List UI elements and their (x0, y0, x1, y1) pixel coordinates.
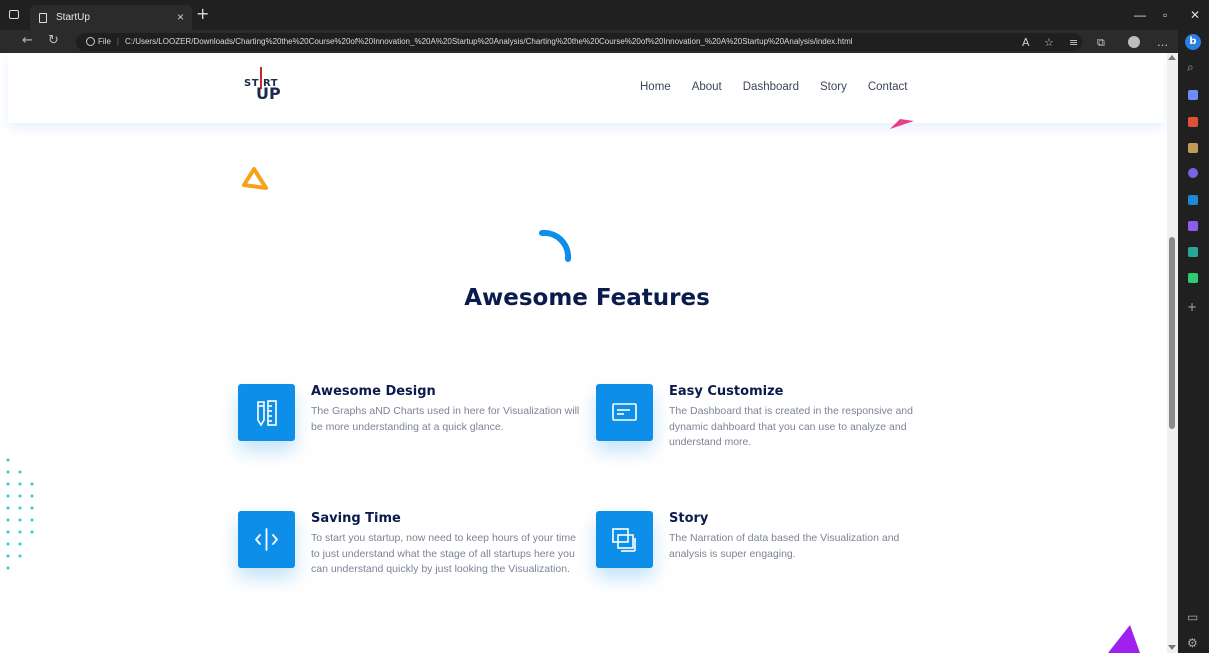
nav-contact[interactable]: Contact (868, 81, 908, 93)
feature-description: To start you startup, now need to keep h… (311, 532, 576, 575)
feature-title: Awesome Design (311, 384, 436, 399)
browser-tab[interactable]: StartUp × (30, 5, 192, 30)
office-icon[interactable] (1188, 168, 1198, 178)
scrollbar-thumb[interactable] (1169, 237, 1175, 429)
logo-text-bottom: UP (256, 84, 281, 103)
outlook-icon[interactable] (1188, 195, 1198, 205)
url-prefix: File (98, 37, 111, 46)
feature-card-story: Story The Narration of data based the Vi… (596, 511, 941, 591)
favorites-icon[interactable]: ≡ (1069, 36, 1078, 49)
designer-icon[interactable] (1188, 221, 1198, 231)
add-sidebar-app-icon[interactable]: + (1187, 300, 1197, 314)
tab-actions-icon[interactable] (9, 10, 19, 19)
page-icon (39, 13, 47, 23)
collections-icon[interactable]: ⧉ (1097, 36, 1105, 50)
address-bar: ← ↻ File | C:/Users/LOOZER/Downloads/Chart… (0, 30, 1178, 53)
refresh-icon[interactable]: ↻ (48, 33, 59, 48)
nav-dashboard[interactable]: Dashboard (743, 81, 799, 93)
drop-icon[interactable] (1188, 247, 1198, 257)
feature-description: The Graphs aND Charts used in here for V… (311, 405, 580, 433)
more-options-icon[interactable]: … (1157, 36, 1168, 49)
bing-chat-icon[interactable]: b (1185, 34, 1201, 50)
feature-description: The Dashboard that is created in the res… (669, 405, 913, 448)
feature-title: Easy Customize (669, 384, 784, 399)
window-card-icon (596, 384, 653, 441)
site-header (8, 53, 1164, 123)
page-viewport: ST RT UP Home About Dashboard Story Cont… (0, 53, 1167, 653)
profile-avatar[interactable] (1128, 36, 1140, 48)
feature-title: Saving Time (311, 511, 401, 526)
feature-card-saving-time: Saving Time To start you startup, now ne… (238, 511, 578, 601)
feature-card-easy-customize: Easy Customize The Dashboard that is cre… (596, 384, 941, 464)
tab-title: StartUp (56, 12, 90, 23)
url-field[interactable]: File | C:/Users/LOOZER/Downloads/Charting%… (76, 33, 1082, 51)
section-title: Awesome Features (464, 285, 710, 311)
new-tab-icon[interactable]: + (196, 4, 209, 23)
tree-icon[interactable] (1188, 273, 1198, 283)
minimize-icon[interactable]: — (1134, 8, 1146, 22)
stacked-windows-icon (596, 511, 653, 568)
shopping-icon[interactable] (1188, 90, 1198, 100)
code-split-icon (238, 511, 295, 568)
search-icon[interactable]: ⌕ (1187, 60, 1194, 75)
orange-triangle-decoration (242, 167, 268, 190)
dot-grid-decoration (6, 458, 34, 570)
nav-story[interactable]: Story (820, 81, 847, 93)
browser-titlebar: StartUp × + — ▫ ✕ (0, 0, 1209, 30)
scroll-down-icon[interactable] (1168, 645, 1176, 650)
feature-description: The Narration of data based the Visualiz… (669, 532, 900, 560)
read-aloud-icon[interactable]: A (1022, 36, 1030, 49)
blue-arc-decoration (539, 229, 572, 262)
main-nav: Home About Dashboard Story Contact (640, 81, 908, 93)
close-window-icon[interactable]: ✕ (1190, 8, 1200, 22)
split-screen-icon[interactable]: ▭ (1187, 610, 1198, 624)
purple-triangle-decoration (1108, 625, 1140, 653)
games-icon[interactable] (1188, 143, 1198, 153)
back-icon[interactable]: ← (22, 33, 33, 48)
info-icon (86, 37, 95, 47)
url-text: C:/Users/LOOZER/Downloads/Charting%20the… (124, 37, 853, 46)
close-tab-icon[interactable]: × (177, 5, 184, 30)
scroll-up-icon[interactable] (1168, 55, 1176, 60)
site-logo[interactable]: ST RT UP (244, 67, 284, 103)
pink-triangle-decoration (890, 119, 914, 129)
url-separator: | (116, 37, 119, 46)
tools-icon[interactable] (1188, 117, 1198, 127)
nav-home[interactable]: Home (640, 81, 671, 93)
favorite-add-icon[interactable]: ☆ (1044, 36, 1054, 49)
feature-card-awesome-design: Awesome Design The Graphs aND Charts use… (238, 384, 580, 464)
settings-gear-icon[interactable]: ⚙ (1187, 636, 1198, 650)
restore-icon[interactable]: ▫ (1163, 8, 1167, 22)
nav-about[interactable]: About (692, 81, 722, 93)
feature-title: Story (669, 511, 709, 526)
ruler-pencil-icon (238, 384, 295, 441)
